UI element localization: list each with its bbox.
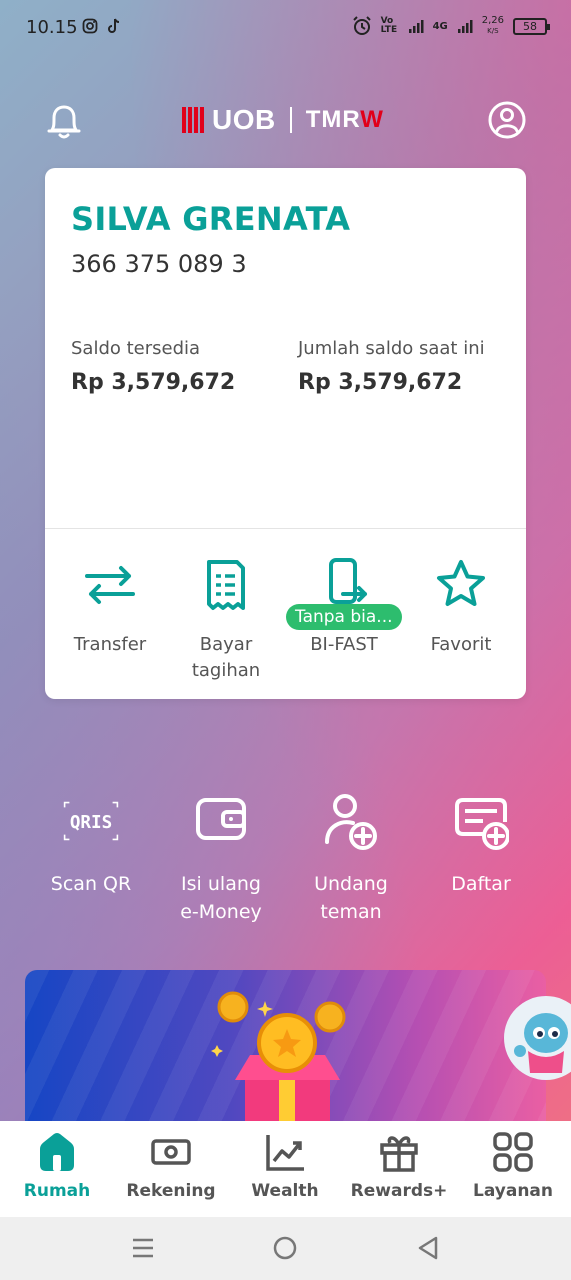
current-balance-label: Jumlah saldo saat ini (298, 338, 485, 359)
uob-mark-icon (182, 107, 204, 133)
tiktok-icon (108, 18, 120, 33)
scan-qr-button[interactable]: QRIS Scan QR (21, 792, 161, 898)
logo-tmrw-accent: W (360, 106, 384, 133)
available-balance-value: Rp 3,579,672 (71, 370, 236, 395)
system-navigation-bar (0, 1217, 571, 1280)
gift-icon (380, 1136, 418, 1172)
network-speed: 2,26 K/S (482, 16, 504, 36)
nav-wealth[interactable]: Wealth (228, 1131, 342, 1201)
battery-indicator: 58 (513, 17, 550, 35)
status-notification-icons (82, 18, 122, 34)
emoney-topup-label: Isi ulang e-Money (180, 873, 262, 923)
transfer-button[interactable]: Transfer (50, 558, 170, 658)
recent-apps-icon[interactable] (130, 1235, 156, 1261)
notification-bell-icon[interactable] (44, 100, 84, 142)
star-icon (437, 560, 485, 606)
emoney-topup-button[interactable]: Isi ulang e-Money (151, 792, 291, 926)
qris-icon-text: QRIS (70, 813, 112, 833)
favorite-button[interactable]: Favorit (401, 558, 521, 658)
add-user-icon (325, 794, 377, 850)
instagram-icon (82, 18, 98, 34)
alarm-icon (352, 16, 371, 35)
nav-services[interactable]: Layanan (456, 1131, 570, 1201)
favorite-label: Favorit (430, 634, 492, 655)
bi-fast-badge: Tanpa bia... (286, 604, 402, 630)
logo-tmrw-main: TMR (305, 106, 361, 133)
status-bar: 10.15 Vo LTE 4G 2,26 K/S 58 (0, 0, 571, 56)
pay-bill-button[interactable]: Bayar tagihan (166, 558, 286, 684)
card-divider (45, 528, 526, 529)
bi-fast-label: BI-FAST (310, 634, 378, 655)
current-balance-value: Rp 3,579,672 (298, 370, 463, 395)
home-circle-icon[interactable] (272, 1235, 298, 1261)
grid-icon (493, 1132, 533, 1172)
uob-tmrw-logo: UOB TMRW (182, 104, 384, 136)
register-card-icon (455, 798, 509, 850)
speed-value: 2,26 (481, 15, 504, 26)
transfer-icon (85, 566, 135, 604)
invite-friend-button[interactable]: Undang teman (281, 792, 421, 926)
scan-qr-label: Scan QR (50, 873, 132, 895)
volte-label: Vo LTE (380, 16, 398, 35)
signal-icon (408, 20, 424, 33)
logo-separator (289, 107, 292, 133)
status-time: 10.15 (26, 17, 78, 38)
network-type: 4G (432, 20, 448, 32)
transfer-label: Transfer (73, 634, 147, 655)
nav-services-label: Layanan (472, 1181, 553, 1201)
speed-unit: K/S (487, 27, 499, 35)
logo-tmrw-text: TMRW (306, 106, 384, 134)
bill-icon (207, 560, 245, 610)
bottom-navigation: Rumah Rekening Wealth Rewards+ Layanan (0, 1121, 571, 1217)
status-system-icons: Vo LTE 4G 2,26 K/S 58 (352, 16, 550, 36)
back-triangle-icon[interactable] (416, 1235, 442, 1261)
invite-friend-label: Undang teman (314, 873, 388, 923)
account-number: 366 375 089 3 (71, 250, 247, 278)
nav-home[interactable]: Rumah (0, 1131, 114, 1201)
nav-accounts[interactable]: Rekening (114, 1131, 228, 1201)
available-balance-label: Saldo tersedia (71, 338, 201, 359)
register-label: Daftar (451, 873, 511, 895)
home-icon (40, 1133, 74, 1171)
nav-rewards-label: Rewards+ (350, 1181, 448, 1201)
account-card[interactable]: SILVA GRENATA 366 375 089 3 Saldo tersed… (45, 168, 526, 699)
nav-accounts-label: Rekening (126, 1181, 216, 1201)
pay-bill-label: Bayar tagihan (191, 634, 261, 681)
chart-icon (266, 1135, 304, 1171)
register-button[interactable]: Daftar (411, 792, 551, 898)
money-icon (151, 1139, 191, 1165)
nav-rewards[interactable]: Rewards+ (342, 1131, 456, 1201)
profile-icon[interactable] (487, 100, 527, 140)
gift-box-coins-image (211, 991, 346, 1140)
logo-uob-text: UOB (212, 104, 276, 135)
qris-icon: QRIS (63, 801, 119, 841)
mascot-assistant-icon[interactable] (504, 993, 571, 1083)
nav-home-label: Rumah (23, 1181, 91, 1201)
signal-icon-2 (457, 20, 473, 33)
nav-wealth-label: Wealth (251, 1181, 319, 1201)
account-holder-name: SILVA GRENATA (71, 200, 351, 238)
wallet-icon (196, 798, 246, 840)
promo-banner[interactable] (25, 970, 546, 1140)
